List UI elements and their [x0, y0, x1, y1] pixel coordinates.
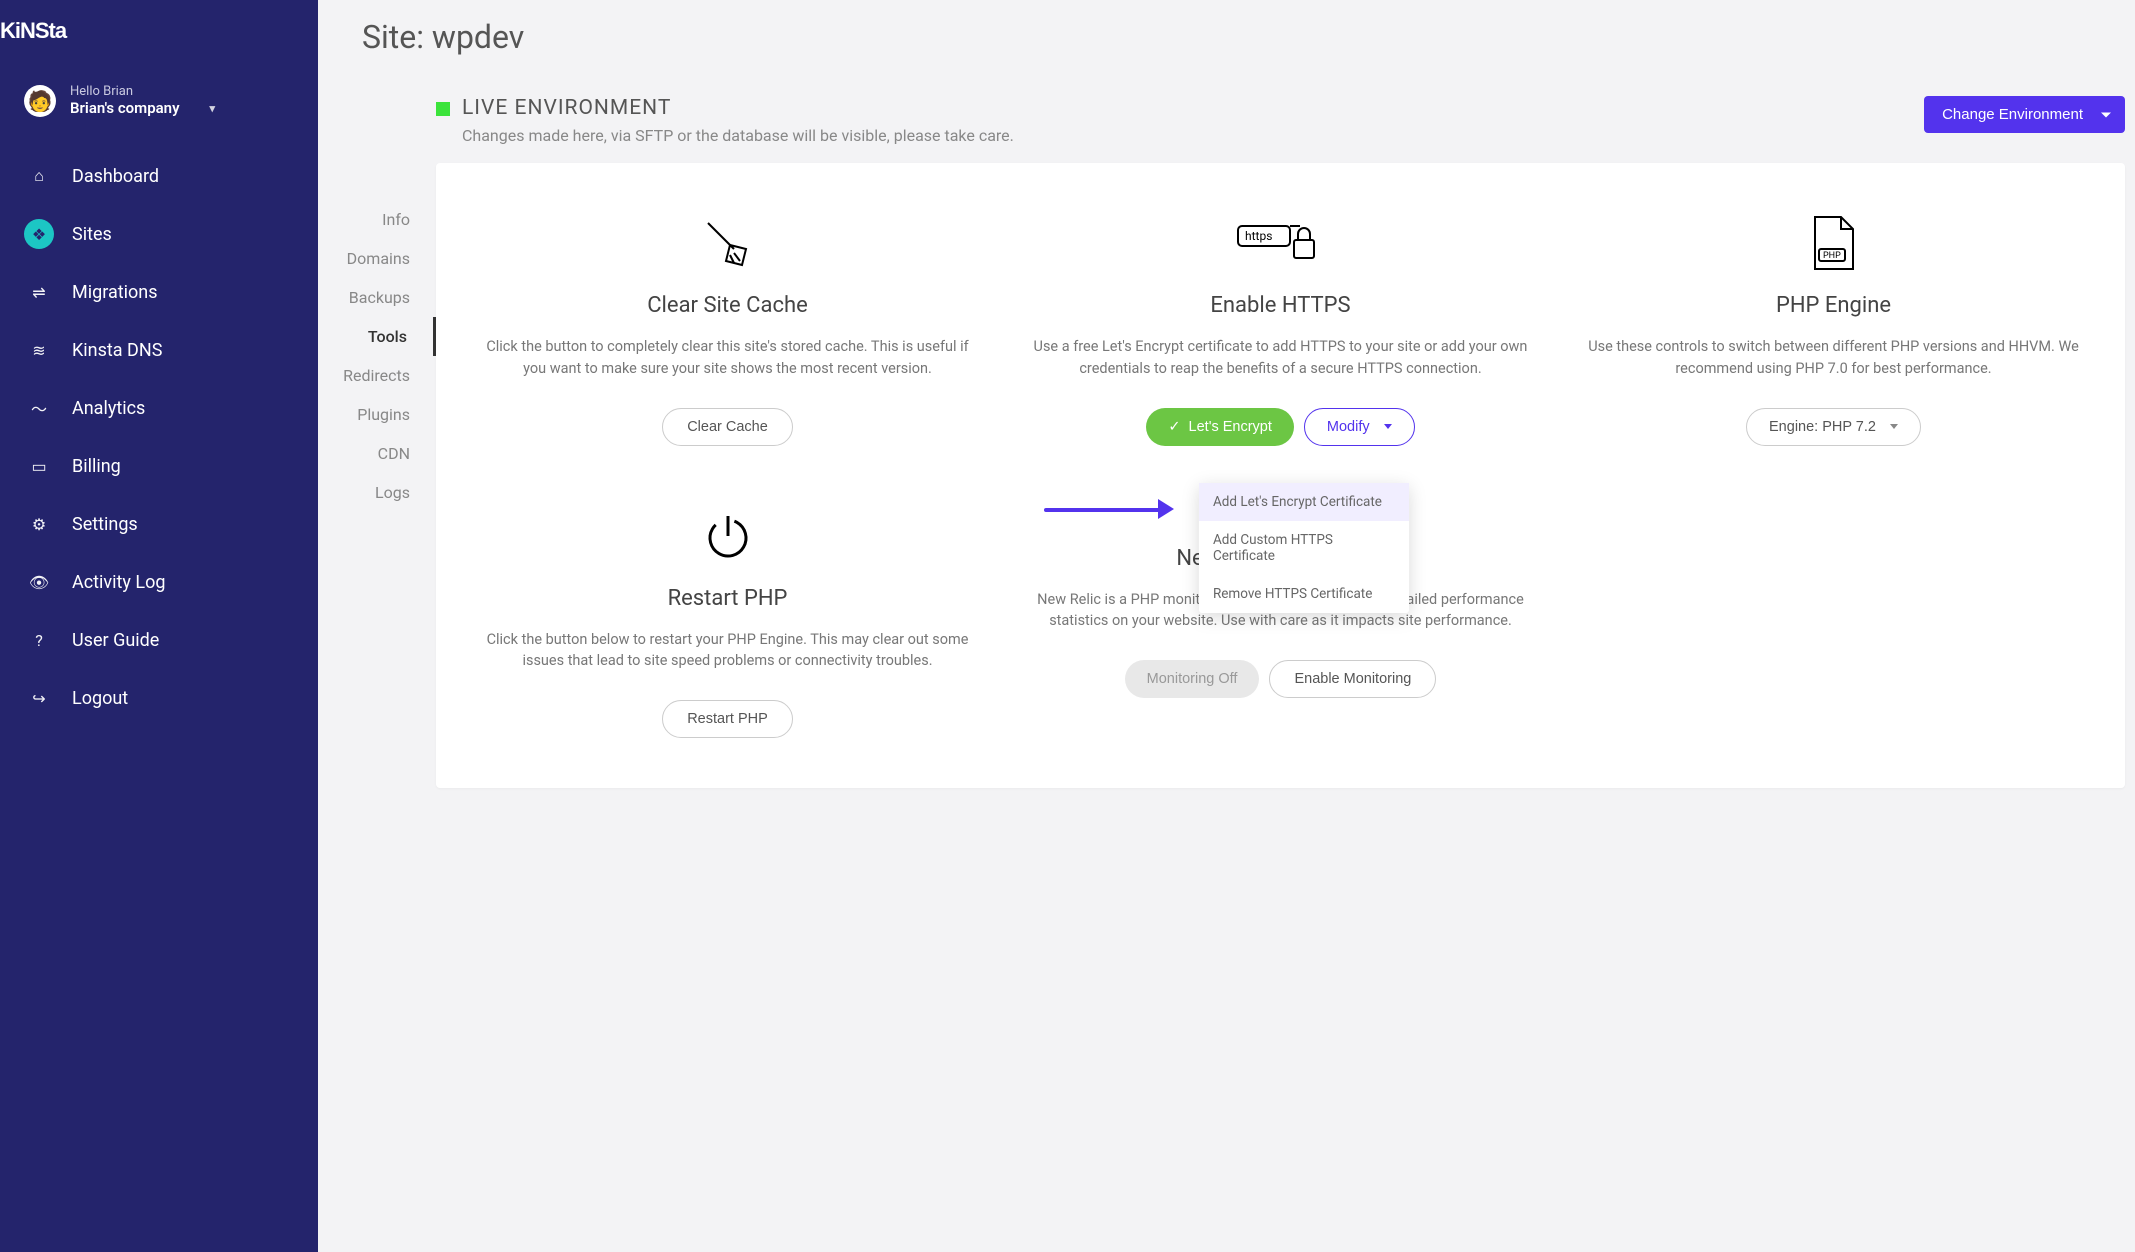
dns-icon: ≋ [24, 335, 54, 365]
logout-icon: ↪ [24, 683, 54, 713]
card-desc: Use these controls to switch between dif… [1572, 336, 2095, 380]
subnav-plugins[interactable]: Plugins [318, 395, 436, 434]
svg-text:https: https [1245, 229, 1272, 243]
sites-icon: ❖ [24, 219, 54, 249]
eye-icon: 👁 [24, 567, 54, 597]
nav-dashboard[interactable]: ⌂Dashboard [0, 147, 318, 205]
clear-cache-button[interactable]: Clear Cache [662, 408, 793, 446]
modify-https-button[interactable]: Modify [1304, 408, 1415, 446]
dropdown-add-lets-encrypt[interactable]: Add Let's Encrypt Certificate [1199, 483, 1409, 521]
site-subnav: Info Domains Backups Tools Redirects Plu… [318, 200, 436, 512]
environment-title: LIVE ENVIRONMENT [462, 96, 1014, 120]
monitoring-off-button[interactable]: Monitoring Off [1125, 660, 1260, 698]
live-indicator-icon [436, 102, 450, 116]
card-title: Restart PHP [466, 586, 989, 611]
sidebar: KiNSta 🧑 Hello Brian Brian's company ▾ ⌂… [0, 0, 318, 1252]
migrations-icon: ⇌ [24, 277, 54, 307]
subnav-tools[interactable]: Tools [318, 317, 436, 356]
main-content: Site: wpdev LIVE ENVIRONMENT Changes mad… [318, 0, 2135, 1252]
nav-logout[interactable]: ↪Logout [0, 669, 318, 727]
brand-logo: KiNSta [0, 18, 318, 44]
help-icon: ? [24, 625, 54, 655]
company-selector[interactable]: Brian's company ▾ [70, 99, 215, 117]
lets-encrypt-button[interactable]: Let's Encrypt [1146, 408, 1294, 446]
broom-icon [466, 213, 989, 273]
svg-text:PHP: PHP [1823, 251, 1841, 261]
avatar: 🧑 [24, 85, 56, 117]
nav-guide[interactable]: ?User Guide [0, 611, 318, 669]
svg-text:KiNSta: KiNSta [0, 18, 68, 43]
gear-icon: ⚙ [24, 509, 54, 539]
card-desc: Use a free Let's Encrypt certificate to … [1019, 336, 1542, 380]
subnav-info[interactable]: Info [318, 200, 436, 239]
nav-billing[interactable]: ▭Billing [0, 437, 318, 495]
billing-icon: ▭ [24, 451, 54, 481]
modify-https-dropdown: Add Let's Encrypt Certificate Add Custom… [1199, 483, 1409, 613]
subnav-backups[interactable]: Backups [318, 278, 436, 317]
change-environment-button[interactable]: Change Environment [1924, 96, 2125, 133]
enable-monitoring-button[interactable]: Enable Monitoring [1269, 660, 1436, 698]
card-title: Enable HTTPS [1019, 293, 1542, 318]
card-title: PHP Engine [1572, 293, 2095, 318]
subnav-domains[interactable]: Domains [318, 239, 436, 278]
nav-activity[interactable]: 👁Activity Log [0, 553, 318, 611]
user-block[interactable]: 🧑 Hello Brian Brian's company ▾ [0, 84, 318, 147]
card-title: Clear Site Cache [466, 293, 989, 318]
subnav-logs[interactable]: Logs [318, 473, 436, 512]
home-icon: ⌂ [24, 161, 54, 191]
environment-header: LIVE ENVIRONMENT Changes made here, via … [318, 96, 2135, 145]
php-engine-selector[interactable]: Engine: PHP 7.2 [1746, 408, 1921, 446]
main-nav: ⌂Dashboard ❖Sites ⇌Migrations ≋Kinsta DN… [0, 147, 318, 727]
card-desc: Click the button below to restart your P… [466, 629, 989, 673]
card-restart-php: Restart PHP Click the button below to re… [466, 506, 989, 739]
environment-subtitle: Changes made here, via SFTP or the datab… [462, 126, 1014, 145]
card-desc: Click the button to completely clear thi… [466, 336, 989, 380]
restart-php-button[interactable]: Restart PHP [662, 700, 793, 738]
user-greeting: Hello Brian [70, 84, 215, 99]
https-lock-icon: https [1019, 213, 1542, 273]
nav-sites[interactable]: ❖Sites [0, 205, 318, 263]
nav-analytics[interactable]: 〜Analytics [0, 379, 318, 437]
nav-settings[interactable]: ⚙Settings [0, 495, 318, 553]
tools-panel: Clear Site Cache Click the button to com… [436, 163, 2125, 788]
subnav-redirects[interactable]: Redirects [318, 356, 436, 395]
analytics-icon: 〜 [24, 393, 54, 423]
dropdown-add-custom-cert[interactable]: Add Custom HTTPS Certificate [1199, 521, 1409, 575]
subnav-cdn[interactable]: CDN [318, 434, 436, 473]
power-icon [466, 506, 989, 566]
card-php-engine: PHP PHP Engine Use these controls to swi… [1572, 213, 2095, 446]
page-title: Site: wpdev [318, 0, 2135, 96]
php-file-icon: PHP [1572, 213, 2095, 273]
card-clear-cache: Clear Site Cache Click the button to com… [466, 213, 989, 446]
annotation-arrow [1044, 499, 1174, 519]
dropdown-remove-cert[interactable]: Remove HTTPS Certificate [1199, 575, 1409, 613]
nav-dns[interactable]: ≋Kinsta DNS [0, 321, 318, 379]
nav-migrations[interactable]: ⇌Migrations [0, 263, 318, 321]
chevron-down-icon: ▾ [210, 102, 216, 115]
card-enable-https: https Enable HTTPS Use a free Let's Encr… [1019, 213, 1542, 446]
